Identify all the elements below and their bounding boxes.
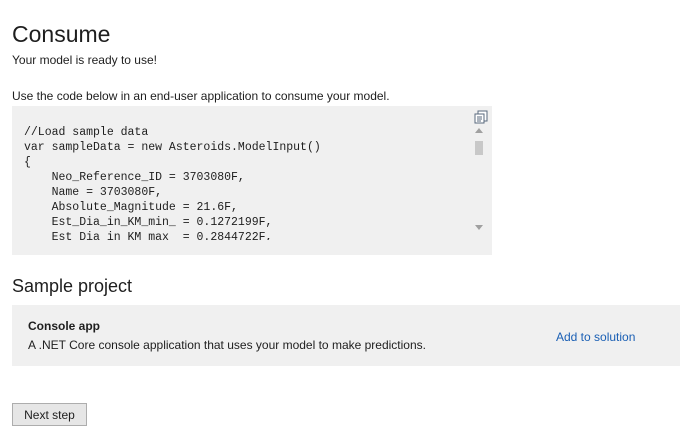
scroll-up-arrow-icon[interactable] [475, 128, 483, 133]
code-scrollbar[interactable] [474, 126, 484, 236]
scroll-thumb[interactable] [475, 141, 483, 155]
ready-message: Your model is ready to use! [12, 53, 157, 67]
code-line: { [24, 156, 31, 169]
add-to-solution-link[interactable]: Add to solution [556, 329, 635, 345]
code-line: Absolute_Magnitude = 21.6F, [24, 201, 238, 214]
project-description: A .NET Core console application that use… [28, 338, 426, 352]
code-line: Est_Dia_in_KM_max_ = 0.2844722F, [24, 231, 273, 240]
code-line: var sampleData = new Asteroids.ModelInpu… [24, 141, 321, 154]
code-line: Name = 3703080F, [24, 186, 163, 199]
code-snippet-panel: //Load sample data var sampleData = new … [12, 106, 492, 255]
code-instruction: Use the code below in an end-user applic… [12, 89, 390, 103]
page-title: Consume [12, 21, 111, 47]
code-line: //Load sample data [24, 126, 149, 139]
sample-project-heading: Sample project [12, 276, 133, 296]
code-line: Est_Dia_in_KM_min_ = 0.1272199F, [24, 216, 273, 229]
code-line: Neo_Reference_ID = 3703080F, [24, 171, 245, 184]
scroll-down-arrow-icon[interactable] [475, 225, 483, 230]
console-app-card: Console app A .NET Core console applicat… [12, 305, 680, 366]
next-step-button[interactable]: Next step [12, 403, 87, 426]
code-viewport[interactable]: //Load sample data var sampleData = new … [24, 125, 464, 240]
copy-icon[interactable] [474, 110, 488, 124]
project-name: Console app [28, 319, 101, 333]
